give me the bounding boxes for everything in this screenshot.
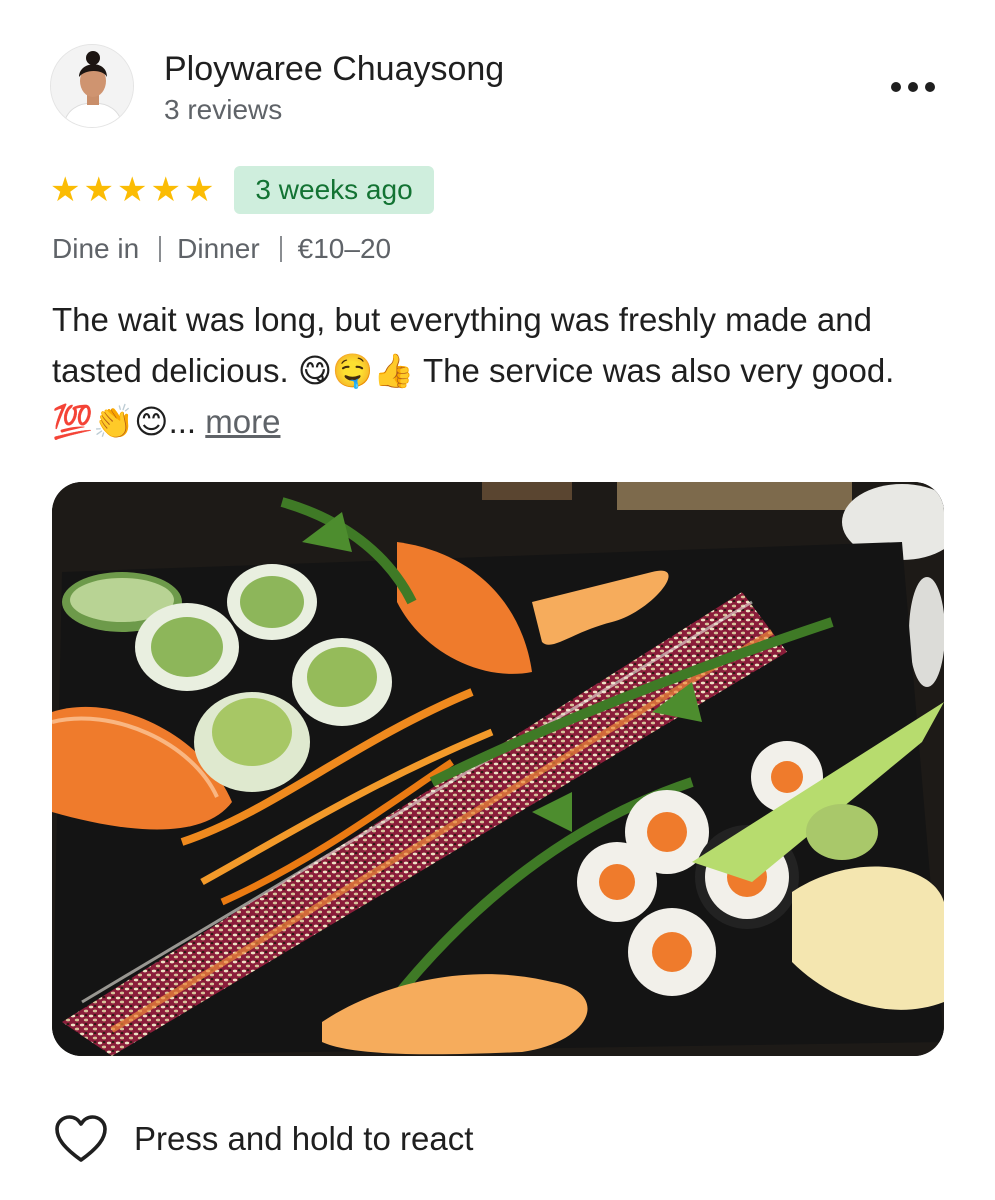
visit-details: Dine in Dinner €10–20 bbox=[52, 230, 391, 268]
review-header: Ploywaree Chuaysong 3 reviews bbox=[50, 44, 945, 130]
more-dot-icon bbox=[908, 82, 918, 92]
react-label: Press and hold to react bbox=[134, 1120, 474, 1157]
heart-outline-icon bbox=[55, 1115, 107, 1162]
star-rating: ★ ★ ★ ★ ★ bbox=[50, 173, 214, 207]
price-range: €10–20 bbox=[297, 233, 392, 264]
star-icon: ★ bbox=[183, 171, 215, 209]
sushi-platter-photo bbox=[52, 482, 944, 1056]
review-photo[interactable] bbox=[52, 482, 944, 1056]
more-dot-icon bbox=[925, 82, 935, 92]
meal-type: Dinner bbox=[177, 233, 260, 264]
star-icon: ★ bbox=[150, 171, 181, 209]
more-dot-icon bbox=[891, 82, 901, 92]
time-badge: 3 weeks ago bbox=[234, 166, 434, 214]
review-text: The wait was long, but everything was fr… bbox=[52, 294, 932, 447]
rating-row: ★ ★ ★ ★ ★ 3 weeks ago bbox=[50, 166, 434, 214]
star-icon: ★ bbox=[83, 171, 114, 209]
separator bbox=[279, 236, 282, 262]
react-button[interactable]: Press and hold to react bbox=[54, 1112, 473, 1166]
read-more-link[interactable]: more bbox=[205, 403, 280, 440]
star-icon: ★ bbox=[116, 171, 148, 209]
review-ellipsis: ... bbox=[168, 403, 197, 440]
person-portrait-icon bbox=[51, 45, 133, 127]
more-options-button[interactable] bbox=[891, 74, 935, 100]
service-type: Dine in bbox=[52, 233, 140, 264]
reviewer-review-count: 3 reviews bbox=[164, 94, 283, 125]
reviewer-avatar[interactable] bbox=[50, 44, 134, 128]
separator bbox=[159, 236, 162, 262]
reviewer-name[interactable]: Ploywaree Chuaysong bbox=[164, 50, 504, 89]
star-icon: ★ bbox=[50, 171, 81, 209]
